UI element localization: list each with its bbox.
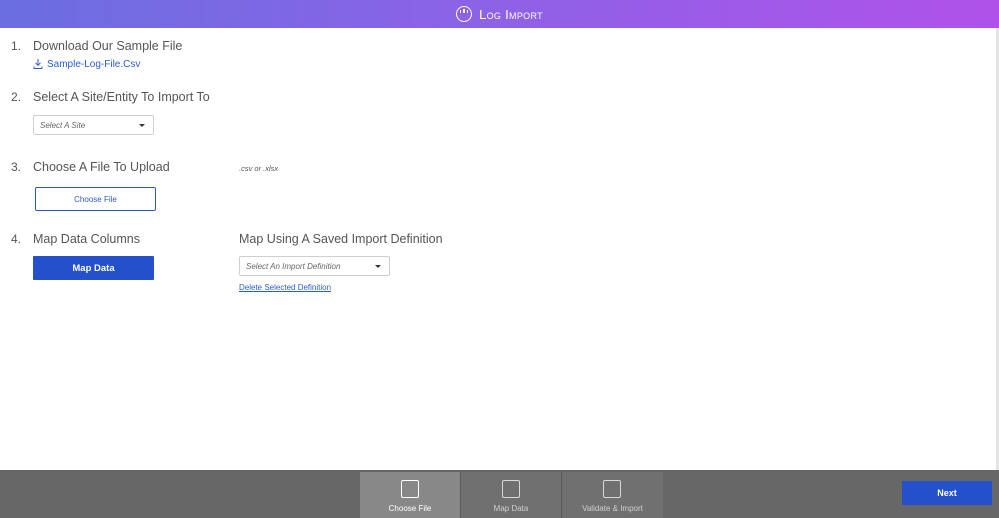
- map-data-button[interactable]: Map Data: [33, 256, 154, 280]
- wizard-tab-validate-import[interactable]: Validate & Import: [562, 472, 663, 518]
- step-2-title: Select A Site/Entity To Import To: [33, 90, 210, 104]
- delete-definition-link[interactable]: Delete Selected Definition: [239, 283, 331, 292]
- import-definition-select[interactable]: Select An Import Definition: [239, 256, 390, 276]
- step-2-number: 2.: [11, 90, 22, 104]
- saved-definition-title: Map Using A Saved Import Definition: [239, 232, 443, 246]
- step-checkbox-icon: [603, 480, 621, 498]
- choose-file-button[interactable]: Choose File: [35, 187, 156, 211]
- site-select[interactable]: Select A Site: [33, 115, 154, 135]
- step-3-number: 3.: [11, 160, 22, 174]
- file-type-hint: .csv or .xlsx: [239, 164, 279, 173]
- step-checkbox-icon: [502, 480, 520, 498]
- wizard-tab-label: Validate & Import: [582, 504, 643, 513]
- chevron-down-icon: [375, 265, 381, 268]
- import-definition-select-value: Select An Import Definition: [246, 261, 341, 271]
- step-checkbox-icon: [401, 480, 419, 498]
- chevron-down-icon: [139, 124, 145, 127]
- app-header: Log Import: [0, 0, 999, 28]
- step-1-title: Download Our Sample File: [33, 39, 183, 53]
- site-select-value: Select A Site: [40, 120, 86, 130]
- wizard-tab-label: Map Data: [493, 504, 529, 513]
- sample-file-download-link[interactable]: Sample-Log-File.Csv: [33, 58, 140, 70]
- page-title: Log Import: [479, 6, 543, 22]
- download-icon: [33, 59, 43, 69]
- step-1-number: 1.: [11, 39, 22, 53]
- timer-logo-icon: [456, 6, 473, 22]
- sample-file-link-text: Sample-Log-File.Csv: [47, 58, 141, 70]
- step-4-number: 4.: [11, 232, 22, 246]
- wizard-steps: Choose File Map Data Validate & Import: [360, 472, 663, 518]
- wizard-tab-label: Choose File: [388, 504, 432, 513]
- wizard-tab-choose-file[interactable]: Choose File: [360, 472, 461, 518]
- next-button[interactable]: Next: [902, 481, 992, 505]
- step-4-title: Map Data Columns: [33, 232, 140, 246]
- wizard-footer: Choose File Map Data Validate & Import N…: [0, 470, 999, 518]
- step-3-title: Choose A File To Upload: [33, 160, 170, 174]
- wizard-tab-map-data[interactable]: Map Data: [461, 472, 562, 518]
